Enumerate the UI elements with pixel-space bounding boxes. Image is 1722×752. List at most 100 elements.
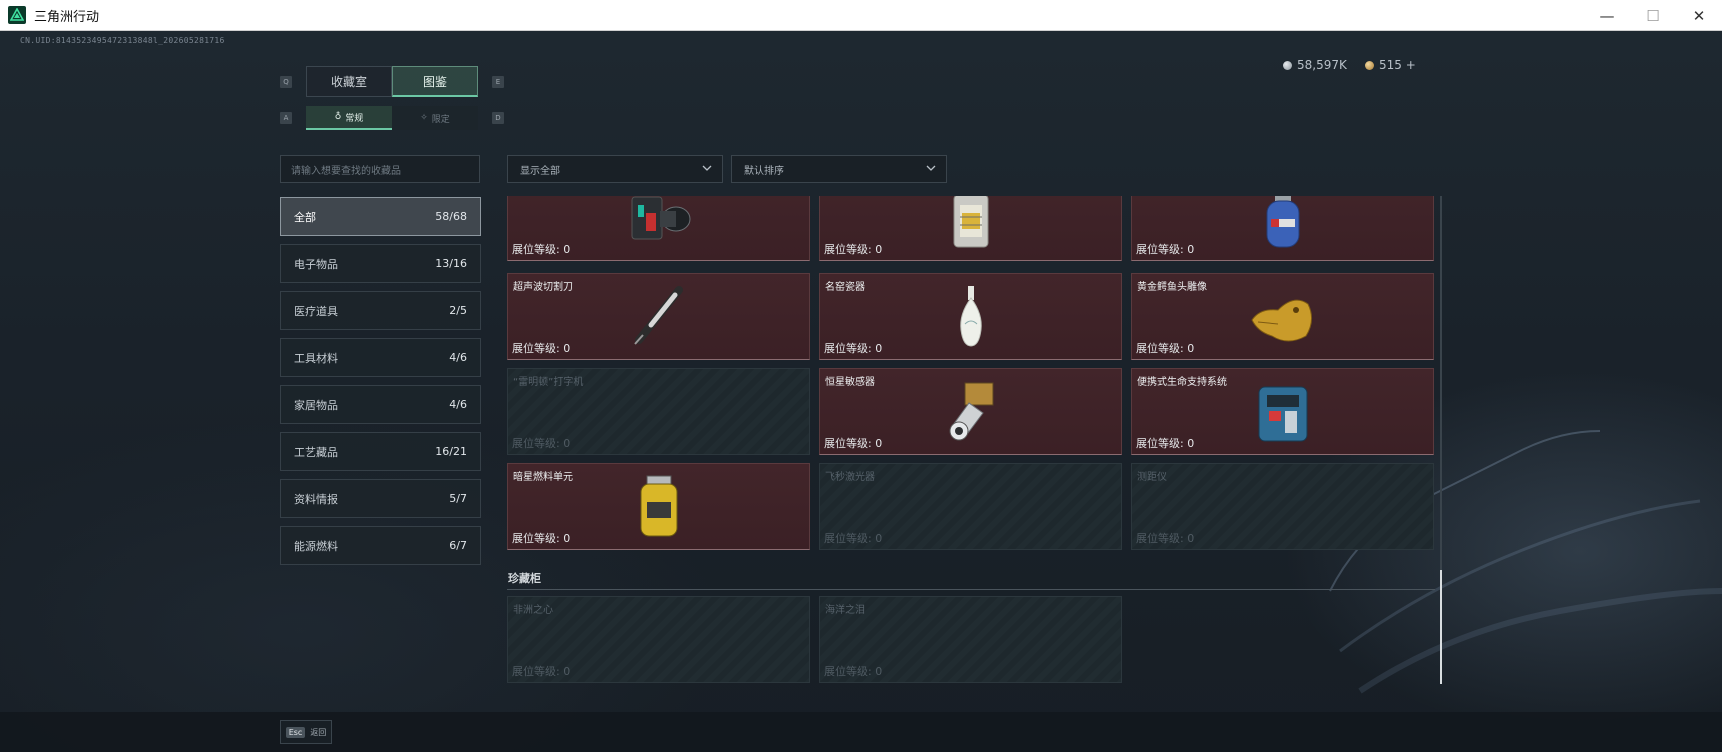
category-label: 电子物品 xyxy=(294,257,338,271)
item-card-locked[interactable]: 测距仪 展位等级: 0 xyxy=(1131,463,1434,550)
minimize-button[interactable]: — xyxy=(1584,0,1630,31)
item-card-locked[interactable]: 海洋之泪 展位等级: 0 xyxy=(819,596,1122,683)
item-name: 飞秒激光器 xyxy=(825,472,875,483)
category-list: 全部 58/68 电子物品 13/16 医疗道具 2/5 工具材料 4/6 家居… xyxy=(280,197,481,573)
category-electronics[interactable]: 电子物品 13/16 xyxy=(280,244,481,283)
section-divider xyxy=(507,589,1435,590)
star-sensor-icon xyxy=(949,382,993,441)
gold-crocodile-head-icon xyxy=(1250,299,1312,342)
sort-value: 默认排序 xyxy=(744,165,784,177)
life-support-system-icon xyxy=(1258,386,1307,442)
item-name: 恒星敏感器 xyxy=(825,377,875,388)
window-title: 三角洲行动 xyxy=(34,9,100,25)
category-label: 家居物品 xyxy=(294,398,338,412)
item-name: 暗星燃料单元 xyxy=(513,472,573,483)
category-all[interactable]: 全部 58/68 xyxy=(280,197,481,236)
category-intel[interactable]: 资料情报 5/7 xyxy=(280,479,481,518)
display-level: 展位等级: 0 xyxy=(824,665,883,678)
item-card-locked[interactable]: 非洲之心 展位等级: 0 xyxy=(507,596,810,683)
display-filter-select[interactable]: 显示全部 xyxy=(507,155,723,183)
subtab-regular[interactable]: ♁ 常规 xyxy=(306,106,392,130)
chevron-down-icon xyxy=(702,165,712,171)
category-count: 4/6 xyxy=(449,398,467,411)
category-household[interactable]: 家居物品 4/6 xyxy=(280,385,481,424)
item-card[interactable]: 展位等级: 0 xyxy=(507,196,810,261)
item-card[interactable]: 展位等级: 0 xyxy=(819,196,1122,261)
subtab-regular-label: 常规 xyxy=(345,113,364,124)
item-card-locked[interactable]: “雷明顿”打字机 展位等级: 0 xyxy=(507,368,810,455)
esc-key-hint: Esc xyxy=(285,726,306,738)
subtab-limited[interactable]: ✧ 限定 xyxy=(392,106,478,130)
key-hint-a: A xyxy=(280,112,292,124)
display-level: 展位等级: 0 xyxy=(1136,342,1195,355)
item-name: 黄金鳄鱼头雕像 xyxy=(1137,282,1207,293)
item-card[interactable]: 便携式生命支持系统 展位等级: 0 xyxy=(1131,368,1434,455)
item-grid: 展位等级: 0 展位等级: 0 展位等级: 0 超声波切割刀 展位等级: 0 名… xyxy=(507,196,1435,684)
gold-amount: 515 + xyxy=(1379,58,1416,72)
bottom-bar xyxy=(0,712,1722,752)
sort-select[interactable]: 默认排序 xyxy=(731,155,947,183)
display-level: 展位等级: 0 xyxy=(512,342,571,355)
currency-gold[interactable]: 515 + xyxy=(1365,58,1416,72)
search-input[interactable]: 请输入想要查找的收藏品 xyxy=(280,155,480,183)
display-level: 展位等级: 0 xyxy=(512,532,571,545)
maximize-button[interactable]: ☐ xyxy=(1630,0,1676,31)
item-name: 非洲之心 xyxy=(513,605,553,616)
lantern-icon xyxy=(953,196,988,248)
category-label: 医疗道具 xyxy=(294,304,338,318)
display-filter-value: 显示全部 xyxy=(520,165,560,177)
fuel-cell-icon xyxy=(640,475,677,537)
tab-catalog[interactable]: 图鉴 xyxy=(392,66,478,97)
category-count: 4/6 xyxy=(449,351,467,364)
category-count: 13/16 xyxy=(435,257,467,270)
category-label: 能源燃料 xyxy=(294,539,338,553)
key-hint-e: E xyxy=(492,76,504,88)
subtab-limited-label: 限定 xyxy=(431,114,450,125)
category-count: 2/5 xyxy=(449,304,467,317)
display-level: 展位等级: 0 xyxy=(512,437,571,450)
category-tools[interactable]: 工具材料 4/6 xyxy=(280,338,481,377)
gadget-icon xyxy=(631,196,690,240)
back-label: 返回 xyxy=(310,727,327,737)
category-count: 5/7 xyxy=(449,492,467,505)
chevron-down-icon xyxy=(926,165,936,171)
scrollbar-thumb[interactable] xyxy=(1440,570,1442,684)
regular-icon: ♁ xyxy=(334,112,342,122)
silver-coin-icon xyxy=(1283,60,1292,70)
tab-collection-room[interactable]: 收藏室 xyxy=(306,66,392,97)
item-card[interactable]: 暗星燃料单元 展位等级: 0 xyxy=(507,463,810,550)
item-card[interactable]: 超声波切割刀 展位等级: 0 xyxy=(507,273,810,360)
category-medical[interactable]: 医疗道具 2/5 xyxy=(280,291,481,330)
category-label: 全部 xyxy=(294,210,316,224)
display-level: 展位等级: 0 xyxy=(512,243,571,256)
porcelain-vase-icon xyxy=(959,286,982,347)
gas-tank-icon xyxy=(1266,196,1299,248)
item-card[interactable]: 恒星敏感器 展位等级: 0 xyxy=(819,368,1122,455)
category-count: 6/7 xyxy=(449,539,467,552)
display-level: 展位等级: 0 xyxy=(824,243,883,256)
back-button[interactable]: Esc 返回 xyxy=(280,720,332,744)
category-energy[interactable]: 能源燃料 6/7 xyxy=(280,526,481,565)
item-name: 测距仪 xyxy=(1137,472,1167,483)
item-card[interactable]: 名窑瓷器 展位等级: 0 xyxy=(819,273,1122,360)
key-hint-q: Q xyxy=(280,76,292,88)
item-name: 名窑瓷器 xyxy=(825,282,865,293)
silver-amount: 58,597K xyxy=(1297,58,1347,72)
category-crafts[interactable]: 工艺藏品 16/21 xyxy=(280,432,481,471)
cutter-knife-icon xyxy=(633,286,683,345)
app-logo-icon xyxy=(8,6,26,24)
section-title-treasure-cabinet: 珍藏柜 xyxy=(508,572,541,585)
limited-icon: ✧ xyxy=(420,113,428,123)
category-label: 工具材料 xyxy=(294,351,338,365)
currency-silver: 58,597K xyxy=(1283,58,1347,72)
category-label: 资料情报 xyxy=(294,492,338,506)
item-card[interactable]: 黄金鳄鱼头雕像 展位等级: 0 xyxy=(1131,273,1434,360)
close-button[interactable]: ✕ xyxy=(1676,0,1722,31)
key-hint-d: D xyxy=(492,112,504,124)
item-card[interactable]: 展位等级: 0 xyxy=(1131,196,1434,261)
display-level: 展位等级: 0 xyxy=(824,342,883,355)
display-level: 展位等级: 0 xyxy=(824,437,883,450)
item-card-locked[interactable]: 飞秒激光器 展位等级: 0 xyxy=(819,463,1122,550)
item-name: “雷明顿”打字机 xyxy=(513,377,584,388)
display-level: 展位等级: 0 xyxy=(1136,437,1195,450)
